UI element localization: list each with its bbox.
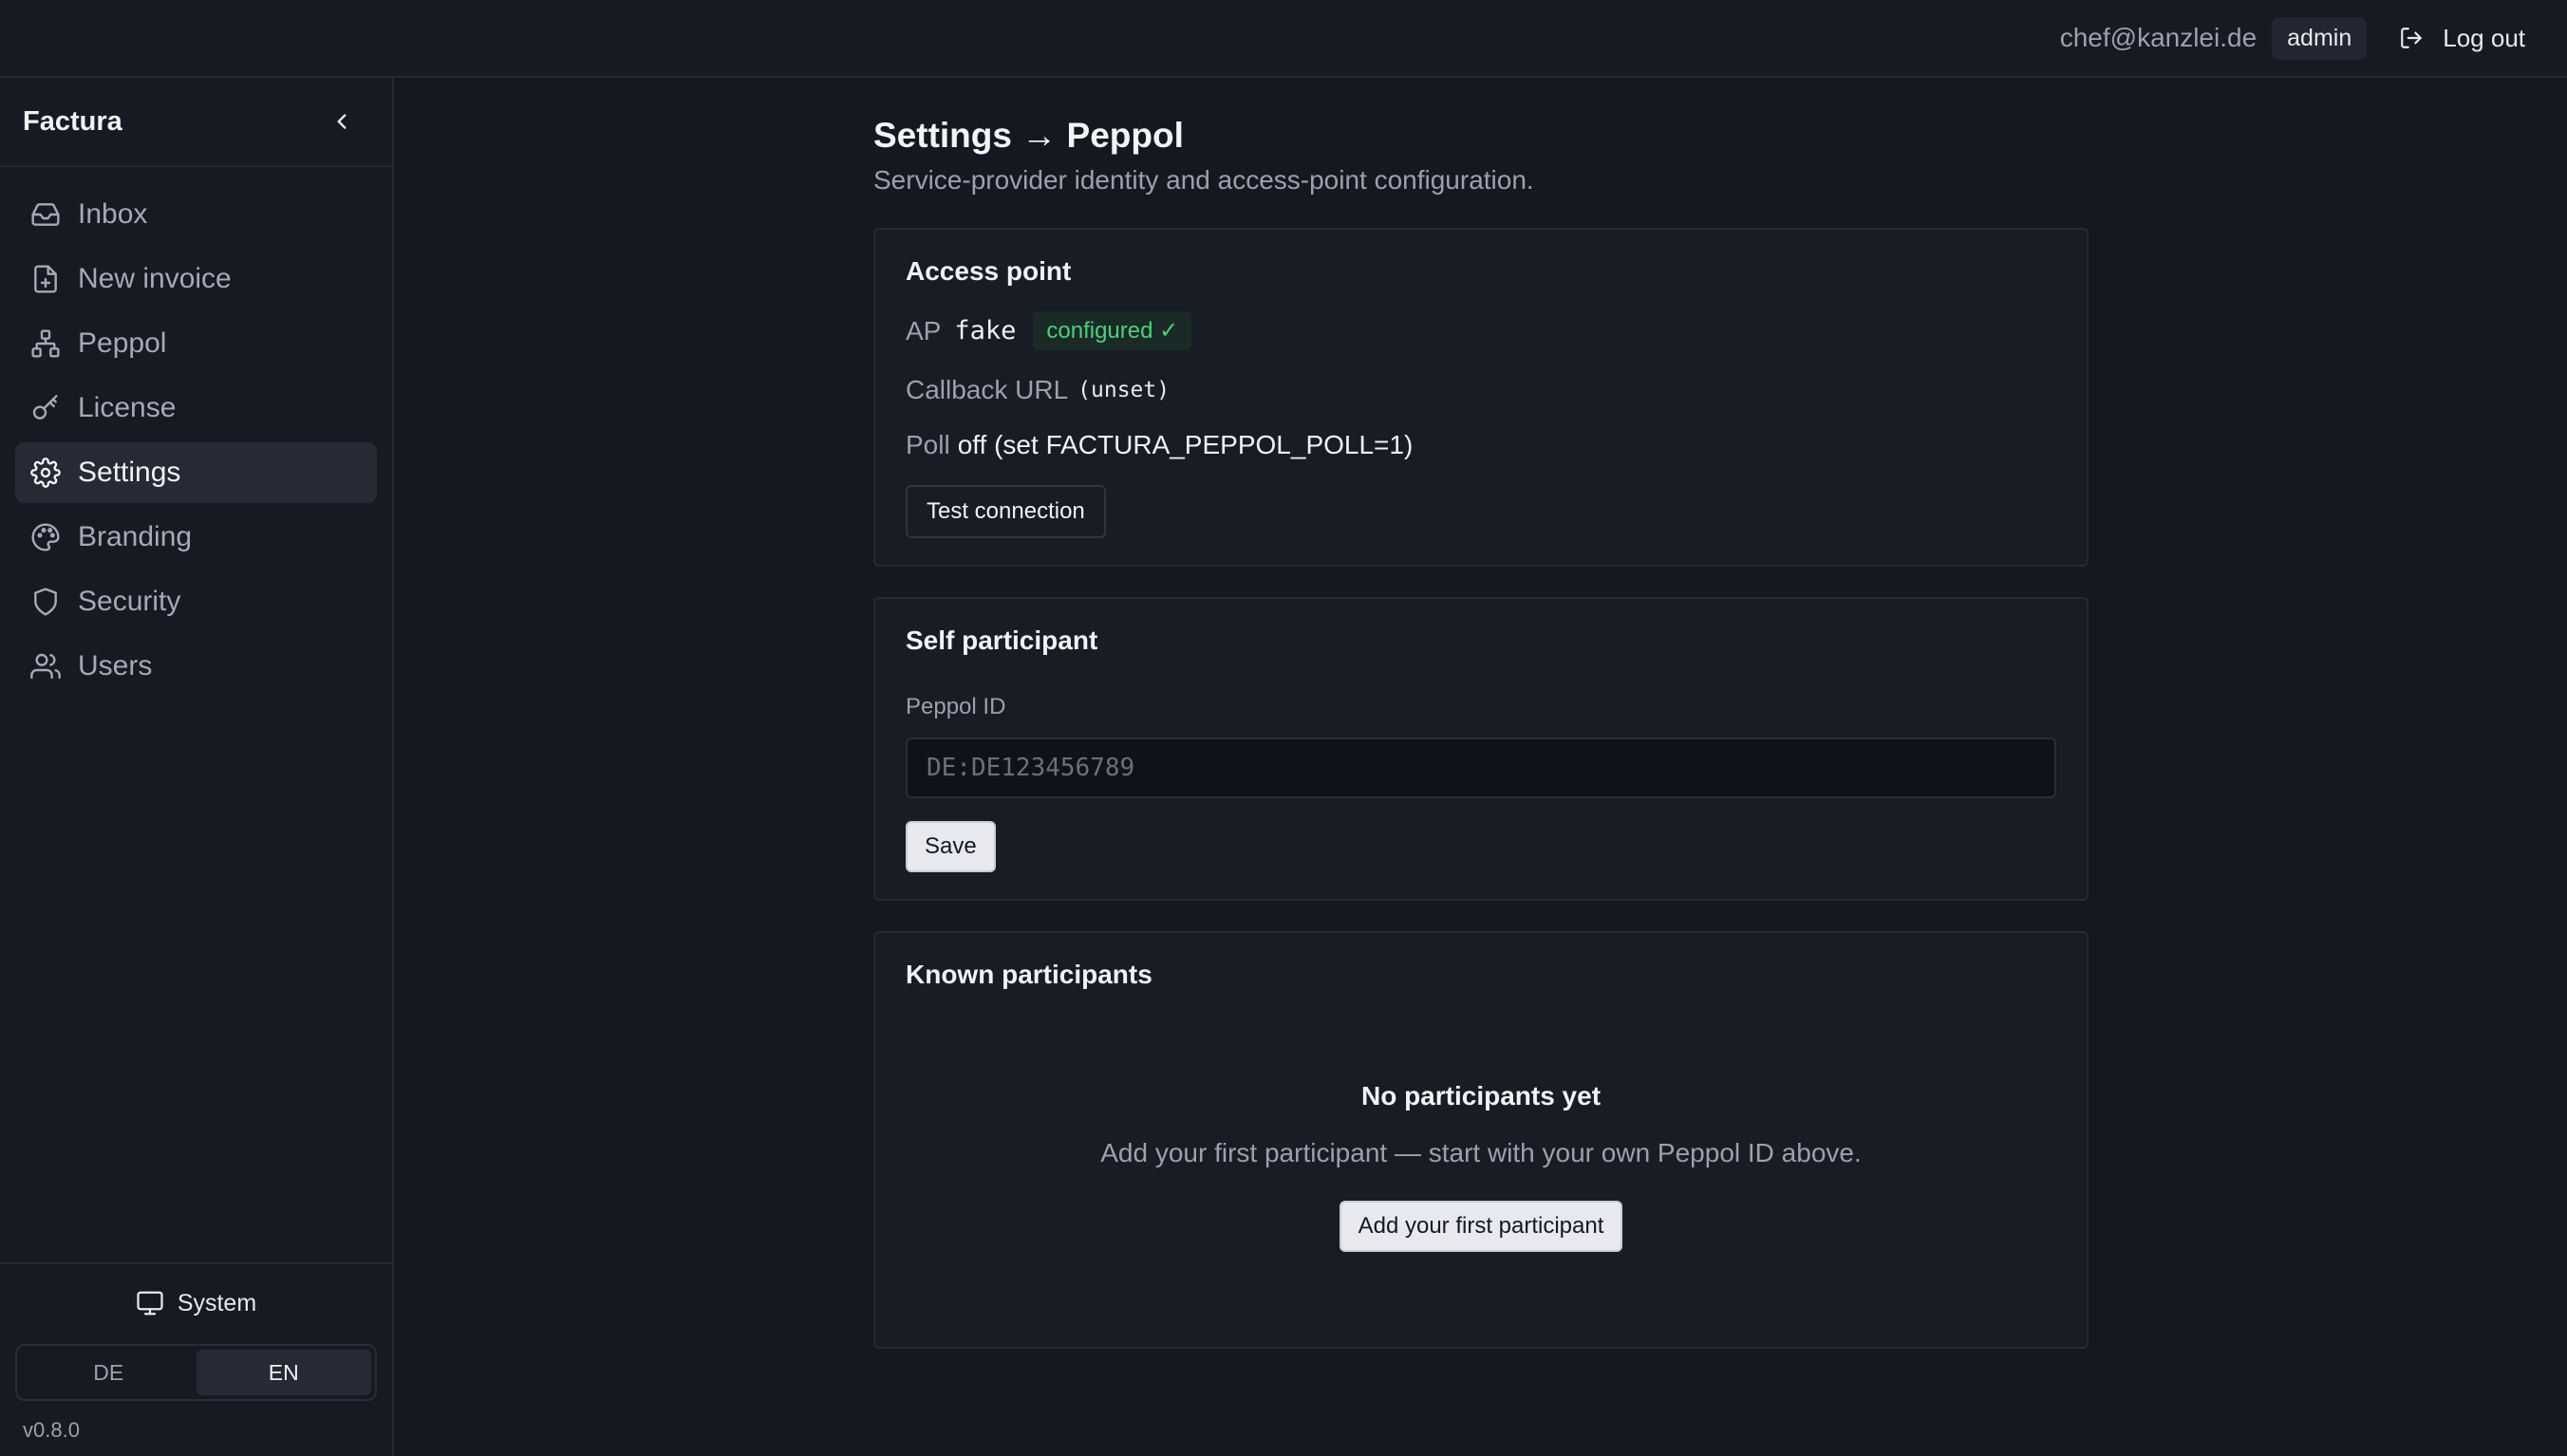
save-button-wrap: Save [906, 821, 2056, 872]
sidebar-item-label: Users [78, 650, 153, 681]
sidebar-item-label: Inbox [78, 198, 148, 230]
users-icon [30, 653, 61, 680]
access-point-card: Access point AP fake configured ✓ Callba… [873, 228, 2089, 567]
chevron-left-icon [337, 114, 347, 129]
sidebar-item-branding[interactable]: Branding [15, 507, 377, 568]
sidebar-item-label: Peppol [78, 327, 167, 359]
logout-button[interactable]: Log out [2399, 24, 2525, 53]
sidebar-item-label: Security [78, 586, 181, 617]
sidebar-nav: Inbox New invoice Peppol License Setting… [0, 167, 392, 718]
language-en-button[interactable]: EN [196, 1350, 371, 1395]
save-button[interactable]: Save [906, 821, 996, 872]
self-participant-card: Self participant Peppol ID Save [873, 597, 2089, 901]
peppol-id-label: Peppol ID [906, 694, 1006, 719]
card-title: Known participants [906, 960, 1152, 989]
key-icon [32, 395, 58, 420]
test-connection-button[interactable]: Test connection [906, 485, 1106, 538]
theme-toggle[interactable]: System [15, 1279, 377, 1327]
known-participants-card: Known participants No participants yet A… [873, 931, 2089, 1349]
sidebar-item-inbox[interactable]: Inbox [15, 184, 377, 245]
gear-icon [30, 457, 61, 488]
logout-icon [2399, 26, 2443, 50]
ap-label: AP [906, 315, 942, 345]
collapse-sidebar-button[interactable] [329, 109, 354, 134]
palette-icon [31, 523, 60, 551]
page-subtitle: Service-provider identity and access-poi… [873, 165, 1534, 195]
poll-row: Poll off (set FACTURA_PEPPOL_POLL=1) [906, 430, 2056, 460]
file-plus-icon [34, 265, 57, 293]
ap-row: AP fake configured ✓ [906, 311, 2056, 350]
poll-label: Poll [906, 430, 950, 459]
sidebar-item-settings[interactable]: Settings [15, 442, 377, 503]
page-title: Settings → Peppol [873, 116, 1184, 155]
add-participant-button[interactable]: Add your first participant [1339, 1201, 1623, 1252]
user-email: chef@kanzlei.de [2059, 23, 2258, 52]
language-de-button[interactable]: DE [21, 1350, 197, 1395]
sidebar-item-new-invoice[interactable]: New invoice [15, 249, 377, 309]
empty-state: No participants yet Add your first parti… [906, 990, 2056, 1320]
language-toggle: DE EN [15, 1344, 377, 1401]
sidebar-item-label: New invoice [78, 263, 232, 294]
top-bar: chef@kanzlei.de admin Log out [0, 0, 2567, 78]
poll-value: off (set FACTURA_PEPPOL_POLL=1) [957, 430, 1414, 459]
main-content: Settings → Peppol Service-provider ident… [873, 78, 2089, 1349]
sidebar: Factura Inbox New invoice Peppol License… [0, 78, 394, 1456]
card-title: Access point [906, 256, 1072, 286]
empty-state-description: Add your first participant — start with … [1100, 1138, 1862, 1167]
callback-row: Callback URL (unset) [906, 375, 2056, 405]
empty-state-title: No participants yet [1360, 1081, 1602, 1111]
inbox-icon [31, 203, 60, 226]
sidebar-item-security[interactable]: Security [15, 571, 377, 632]
sidebar-item-users[interactable]: Users [15, 636, 377, 697]
empty-state-action: Add your first participant [906, 1201, 2056, 1252]
sidebar-item-label: Settings [78, 457, 181, 488]
theme-label: System [177, 1289, 257, 1316]
sidebar-footer: System DE EN v0.8.0 [0, 1262, 392, 1456]
brand-name: Factura [23, 105, 122, 137]
app-version: v0.8.0 [23, 1418, 80, 1442]
role-badge: admin [2272, 16, 2368, 60]
card-title: Self participant [906, 625, 1098, 655]
network-icon [31, 329, 60, 358]
sidebar-item-label: License [78, 392, 177, 423]
peppol-id-input[interactable] [906, 737, 2056, 798]
sidebar-item-peppol[interactable]: Peppol [15, 313, 377, 374]
sidebar-item-license[interactable]: License [15, 378, 377, 439]
ap-value: fake [954, 316, 1017, 345]
sidebar-header: Factura [0, 78, 392, 167]
callback-label: Callback URL [906, 375, 1069, 404]
sidebar-item-label: Branding [78, 521, 193, 552]
logout-label: Log out [2443, 23, 2525, 52]
shield-icon [34, 588, 57, 616]
status-badge: configured ✓ [1033, 311, 1192, 350]
callback-value: (unset) [1077, 378, 1171, 402]
monitor-icon [137, 1291, 163, 1316]
